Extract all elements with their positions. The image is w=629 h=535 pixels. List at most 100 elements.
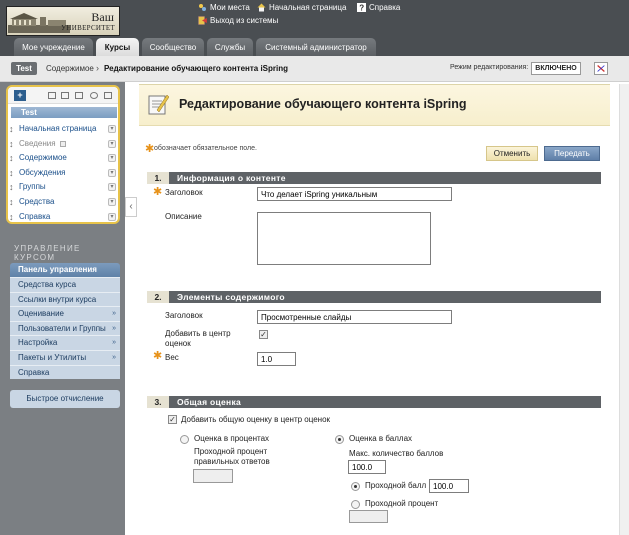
section-title: Элементы содержимого [177, 292, 285, 302]
logo-subtitle: УНИВЕРСИТЕТ [61, 24, 115, 32]
passing-percent-label: Проходной процент [365, 499, 439, 508]
panel-item-course-tools[interactable]: Средства курса [10, 277, 120, 292]
description-textarea[interactable] [257, 212, 431, 265]
chevron-right-icon: » [112, 339, 116, 347]
course-management-title: УПРАВЛЕНИЕ КУРСОМ [14, 244, 81, 262]
menu-item-label[interactable]: Средства [19, 195, 54, 209]
page-header: Редактирование обучающего контента iSpri… [139, 84, 610, 126]
add-total-grade-checkbox[interactable]: ✓ [168, 415, 177, 424]
section-title: Общая оценка [177, 397, 242, 407]
panel-item-help[interactable]: Справка [10, 364, 120, 380]
quick-unenroll-button[interactable]: Быстрое отчисление [10, 390, 120, 408]
collapse-sidebar-button[interactable]: ‹ [125, 197, 137, 217]
tab-courses[interactable]: Курсы [96, 38, 139, 56]
add-menu-item-button[interactable]: + [14, 90, 26, 101]
chevron-down-icon[interactable]: ▾ [108, 125, 116, 133]
title-input[interactable] [257, 187, 452, 201]
drag-handle-icon[interactable]: ↕ [9, 122, 14, 136]
svg-text:?: ? [359, 4, 364, 13]
passing-score-input[interactable] [429, 479, 469, 493]
edit-mode-help-icon[interactable] [594, 62, 608, 75]
passing-percent-correct-label: Проходной процент правильных ответов [194, 447, 270, 466]
submit-button[interactable]: Передать [544, 146, 600, 161]
help-link[interactable]: ? Справка [357, 3, 400, 12]
logout-link[interactable]: Выход из системы [198, 16, 278, 25]
drag-handle-icon[interactable]: ↕ [9, 166, 14, 180]
menu-item-info[interactable]: ↕ Сведения ▾ [8, 137, 118, 151]
panel-item-customization[interactable]: Настройка » [10, 335, 120, 350]
tab-community[interactable]: Сообщество [142, 38, 204, 56]
detach-menu-icon[interactable] [104, 92, 112, 99]
required-note: обозначает обязательное поле. [154, 145, 257, 152]
my-places-link[interactable]: Мои места [198, 3, 250, 12]
tab-system-admin[interactable]: Системный администратор [256, 38, 376, 56]
chevron-down-icon[interactable]: ▾ [108, 154, 116, 163]
max-points-input[interactable] [348, 460, 386, 474]
my-places-icon [199, 4, 206, 11]
menu-item-home[interactable]: ↕ Начальная страница ▾ [8, 122, 118, 136]
tab-my-institution[interactable]: Мое учреждение [14, 38, 93, 56]
passing-percent-correct-input[interactable] [193, 469, 233, 483]
drag-handle-icon[interactable]: ↕ [9, 210, 14, 224]
weight-input[interactable] [257, 352, 296, 366]
chevron-down-icon[interactable]: ▾ [108, 168, 116, 177]
folder-view-icon[interactable] [61, 92, 69, 99]
main-content: Редактирование обучающего контента iSpri… [139, 84, 610, 535]
passing-percent-input[interactable] [349, 510, 388, 523]
panel-item-grading[interactable]: Оценивание » [10, 306, 120, 321]
grade-percent-radio[interactable] [180, 435, 189, 444]
grade-points-radio[interactable] [335, 435, 344, 444]
edit-mode-toggle[interactable]: ВКЛЮЧЕНО [531, 62, 581, 75]
course-menu-title[interactable]: Test [11, 107, 117, 118]
drag-handle-icon[interactable]: ↕ [9, 151, 14, 165]
drag-handle-icon[interactable]: ↕ [9, 137, 14, 151]
add-to-gradebook-checkbox[interactable]: ✓ [259, 330, 268, 339]
menu-item-label[interactable]: Обсуждения [19, 166, 66, 180]
menu-item-label[interactable]: Справка [19, 210, 50, 224]
menu-item-label[interactable]: Начальная страница [19, 122, 96, 136]
passing-score-radio[interactable] [351, 482, 360, 491]
menu-item-groups[interactable]: ↕ Группы ▾ [8, 180, 118, 194]
panel-item-course-links[interactable]: Ссылки внутри курса [10, 291, 120, 307]
control-panel-title[interactable]: Панель управления [10, 263, 120, 277]
drag-handle-icon[interactable]: ↕ [9, 180, 14, 194]
panel-item-label: Пользователи и Группы [18, 323, 106, 333]
tree-view-icon[interactable] [75, 92, 83, 99]
section-content-info: 1. Информация о контенте [147, 172, 601, 184]
breadcrumb-content[interactable]: Содержимое [46, 64, 94, 73]
logout-label: Выход из системы [210, 16, 279, 25]
page-scrollbar[interactable] [619, 84, 629, 535]
cancel-button[interactable]: Отменить [486, 146, 538, 161]
help-icon: ? [357, 3, 366, 12]
menu-item-label[interactable]: Содержимое [19, 151, 67, 165]
panel-item-users-groups[interactable]: Пользователи и Группы » [10, 320, 120, 336]
menu-item-help[interactable]: ↕ Справка ▾ [8, 210, 118, 224]
panel-item-packages-utilities[interactable]: Пакеты и Утилиты » [10, 349, 120, 365]
menu-item-label[interactable]: Сведения [19, 137, 56, 151]
max-points-label: Макс. количество баллов [349, 449, 444, 458]
panel-item-label: Ссылки внутри курса [18, 294, 97, 304]
item-title-input[interactable] [257, 310, 452, 324]
drag-handle-icon[interactable]: ↕ [9, 195, 14, 209]
menu-item-label[interactable]: Группы [19, 180, 46, 194]
menu-item-tools[interactable]: ↕ Средства ▾ [8, 195, 118, 209]
chevron-down-icon[interactable]: ▾ [108, 139, 116, 148]
tab-services[interactable]: Службы [207, 38, 253, 56]
refresh-icon[interactable] [90, 92, 98, 99]
chevron-down-icon[interactable]: ▾ [108, 212, 116, 221]
panel-item-label: Средства курса [18, 280, 77, 289]
section-number: 1. [147, 172, 169, 184]
home-link[interactable]: Начальная страница [257, 3, 346, 12]
passing-percent-radio[interactable] [351, 500, 360, 509]
chevron-down-icon[interactable]: ▾ [108, 198, 116, 206]
left-sidebar: + Test ↕ Начальная страница ▾ ↕ Сведения… [0, 82, 125, 535]
breadcrumb-separator: › [96, 63, 99, 73]
university-logo[interactable]: Ваш УНИВЕРСИТЕТ [6, 6, 120, 36]
menu-item-content[interactable]: ↕ Содержимое ▾ [8, 151, 118, 165]
section-title: Информация о контенте [177, 173, 286, 183]
grade-percent-label: Оценка в процентах [194, 434, 270, 443]
breadcrumb-course[interactable]: Test [11, 62, 37, 75]
menu-item-discussions[interactable]: ↕ Обсуждения ▾ [8, 166, 118, 180]
list-view-icon[interactable] [48, 92, 56, 99]
chevron-down-icon[interactable]: ▾ [108, 183, 116, 192]
